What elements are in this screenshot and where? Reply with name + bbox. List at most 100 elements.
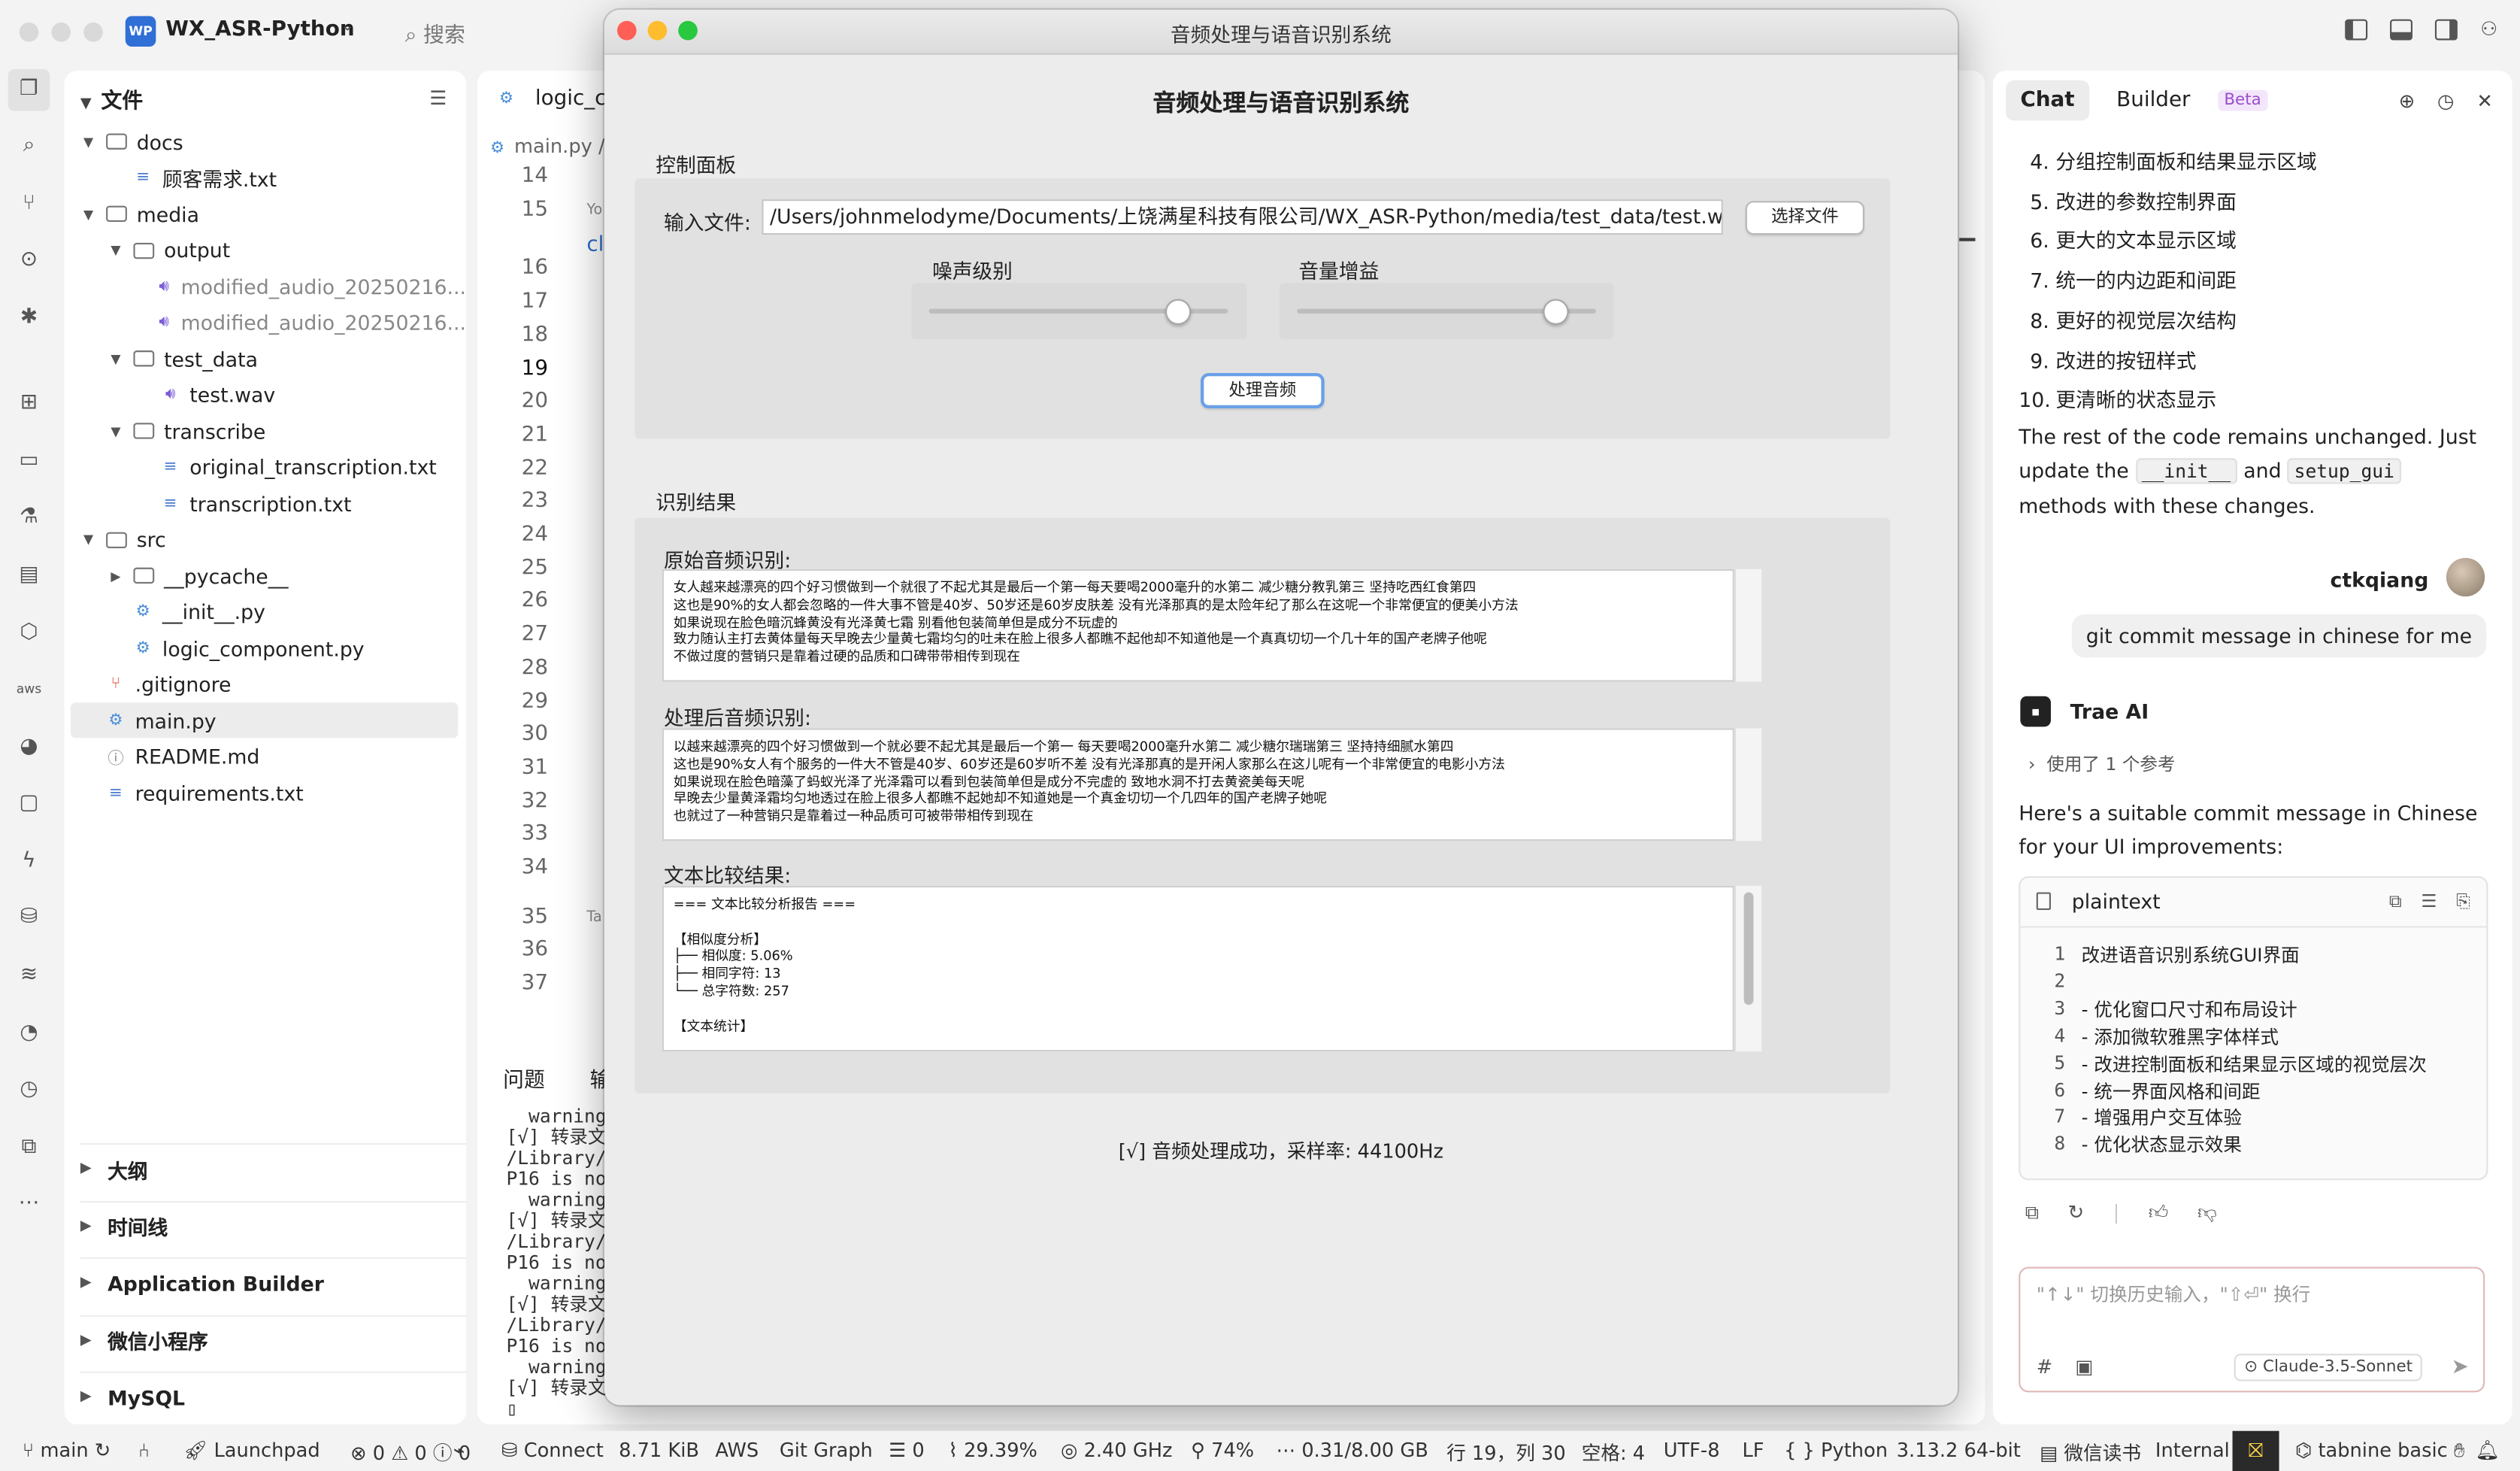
database-icon[interactable]: ⛁ bbox=[14, 903, 43, 932]
tree-item[interactable]: ≡ 顾客需求.txt bbox=[65, 160, 466, 196]
tree-item[interactable]: 🔊︎ test.wav bbox=[65, 377, 466, 412]
send-icon[interactable]: ➤ bbox=[2451, 1355, 2468, 1379]
tree-item[interactable]: ≡ transcription.txt bbox=[65, 486, 466, 521]
editor-tab[interactable]: ⚙ logic_co bbox=[497, 86, 619, 111]
thumbs-up-icon[interactable]: 👍︎ bbox=[2149, 1201, 2169, 1225]
account-icon[interactable]: ⚇ bbox=[2480, 19, 2497, 41]
comparison-result-text[interactable]: === 文本比较分析报告 === 【相似度分析】 ├── 相似度: 5.06% … bbox=[662, 885, 1734, 1052]
original-recognition-text[interactable]: 女人越来越漂亮的四个好习惯做到一个就很了不起尤其是最后一个第一每天要喝2000毫… bbox=[662, 569, 1734, 682]
chevron-down-icon[interactable]: ⌄ bbox=[341, 18, 354, 36]
code-fragment[interactable]: cl bbox=[586, 233, 604, 257]
comparison-scrollbar[interactable] bbox=[1734, 885, 1762, 1052]
filter-icon[interactable]: ☰ bbox=[429, 86, 447, 109]
section-2[interactable]: ▶ Application Builder bbox=[80, 1257, 466, 1307]
tree-item[interactable]: ⚙ __init__.py bbox=[65, 594, 466, 629]
mute-icon[interactable]: ⛝ bbox=[2232, 1430, 2279, 1471]
python-version[interactable]: 3.13.2 64-bit bbox=[1897, 1439, 2021, 1461]
model-selector[interactable]: ⊙ Claude-3.5-Sonnet bbox=[2234, 1354, 2422, 1382]
toggle-sidebar-icon[interactable] bbox=[2345, 19, 2368, 41]
original-scrollbar[interactable] bbox=[1734, 569, 1762, 682]
input-file-field[interactable]: /Users/johnmelodyme/Documents/上饶满星科技有限公司… bbox=[762, 199, 1723, 235]
folder-icon[interactable]: ▤ bbox=[14, 561, 43, 590]
layers-icon[interactable]: ≋ bbox=[14, 961, 43, 990]
copilot-icon[interactable]: ◕ bbox=[14, 733, 43, 762]
close-dot[interactable] bbox=[19, 22, 39, 42]
image-icon[interactable]: ▣ bbox=[2075, 1355, 2093, 1378]
source-control-icon[interactable]: ⑂ bbox=[14, 190, 43, 218]
blocks-icon[interactable]: ⧉ bbox=[14, 1133, 43, 1162]
cursor-position[interactable]: 行 19，列 30 bbox=[1446, 1439, 1566, 1466]
debug-icon[interactable]: ✱ bbox=[14, 304, 43, 332]
copy-icon[interactable]: ⧉ bbox=[2389, 890, 2402, 913]
tree-item[interactable]: ▼ output bbox=[65, 232, 466, 268]
encoding[interactable]: UTF-8 bbox=[1664, 1439, 1720, 1461]
tree-item[interactable]: ▼ media bbox=[65, 196, 466, 232]
copy-icon[interactable]: ⧉ bbox=[2025, 1201, 2039, 1225]
internal-item[interactable]: Internal bbox=[2155, 1439, 2230, 1461]
apply-icon[interactable]: ⎘ bbox=[2456, 890, 2470, 913]
wechat-read[interactable]: ▤ 微信读书 bbox=[2040, 1439, 2141, 1466]
minimize-dot[interactable] bbox=[51, 22, 71, 42]
new-chat-icon[interactable]: ⊕ bbox=[2399, 90, 2416, 113]
launchpad-item[interactable]: 🚀︎ Launchpad bbox=[183, 1439, 320, 1461]
tree-item[interactable]: ▶ __pycache__ bbox=[65, 558, 466, 593]
lightning-icon[interactable]: ϟ bbox=[14, 848, 43, 876]
tab-chat[interactable]: Chat bbox=[2006, 80, 2089, 121]
zoom-dot[interactable] bbox=[83, 22, 103, 42]
run-debug-icon[interactable]: ⊙ bbox=[14, 246, 43, 274]
tree-item[interactable]: 🔊︎ modified_audio_20250216... bbox=[65, 268, 466, 304]
section-0[interactable]: ▶ 大纲 bbox=[80, 1143, 466, 1193]
tab-problems[interactable]: 问题 bbox=[503, 1063, 545, 1093]
tree-item[interactable]: ≡ requirements.txt bbox=[65, 775, 466, 810]
reference-toggle[interactable]: › 使用了 1 个参考 bbox=[2028, 751, 2175, 776]
explorer-header[interactable]: ▼ 文件 bbox=[80, 83, 143, 114]
branch-indicator[interactable]: ⑂ main ↻ bbox=[23, 1439, 111, 1461]
aws-item[interactable]: AWS bbox=[715, 1439, 759, 1461]
section-4[interactable]: ▶ MySQL bbox=[80, 1371, 466, 1421]
indentation[interactable]: 空格: 4 bbox=[1582, 1439, 1645, 1466]
search-view-icon[interactable]: ⌕ bbox=[14, 132, 43, 160]
gain-slider-handle[interactable] bbox=[1543, 299, 1569, 325]
hash-icon[interactable]: # bbox=[2037, 1355, 2053, 1378]
tree-item[interactable]: ⑂ .gitignore bbox=[65, 666, 466, 702]
tree-item[interactable]: ▼ src bbox=[65, 522, 466, 557]
git-graph-item[interactable]: Git Graph bbox=[780, 1439, 873, 1461]
gauge-icon[interactable]: ◔ bbox=[14, 1019, 43, 1048]
toggle-panel-icon[interactable] bbox=[2390, 19, 2413, 41]
plug-icon[interactable]: ⌁ bbox=[453, 1439, 465, 1461]
chat-input[interactable]: "↑↓" 切换历史输入，"⇧⏎" 换行 # ▣ ⊙ Claude-3.5-Son… bbox=[2019, 1266, 2485, 1393]
tree-item[interactable]: ⓘ README.md bbox=[65, 739, 466, 774]
project-name[interactable]: WX_ASR-Python bbox=[165, 18, 354, 42]
processed-recognition-text[interactable]: 以越来越漂亮的四个好习惯做到一个就必要不起尤其是最后一个第一 每天要喝2000毫… bbox=[662, 728, 1734, 842]
connect-item[interactable]: ⛁ Connect bbox=[501, 1439, 604, 1461]
history-icon[interactable]: ◷ bbox=[2437, 90, 2454, 113]
tree-item[interactable]: 🔊︎ modified_audio_20250216... bbox=[65, 305, 466, 340]
processed-scrollbar[interactable] bbox=[1734, 728, 1762, 842]
section-1[interactable]: ▶ 时间线 bbox=[80, 1200, 466, 1250]
toggle-secondary-sidebar-icon[interactable] bbox=[2435, 19, 2458, 41]
testing-icon[interactable]: ⚗ bbox=[14, 503, 43, 532]
extensions-icon[interactable]: ⊞ bbox=[14, 389, 43, 417]
language-mode[interactable]: { } Python bbox=[1784, 1439, 1888, 1461]
thumbs-down-icon[interactable]: 👎︎ bbox=[2197, 1201, 2217, 1225]
git-icon[interactable]: ⑃ bbox=[138, 1439, 150, 1461]
tree-item[interactable]: ⚙ logic_component.py bbox=[65, 630, 466, 666]
tree-item[interactable]: ≡ original_transcription.txt bbox=[65, 450, 466, 485]
refresh-icon[interactable]: ↻ bbox=[2068, 1201, 2085, 1225]
search-box[interactable]: ⌕ 搜索 bbox=[405, 18, 465, 49]
tabnine-item[interactable]: ⌬ tabnine basic ✋︎ bbox=[2295, 1439, 2465, 1463]
section-3[interactable]: ▶ 微信小程序 bbox=[80, 1314, 466, 1364]
tree-item[interactable]: ⚙ main.py bbox=[71, 702, 459, 739]
aws-icon[interactable]: aws bbox=[14, 675, 43, 704]
timer-icon[interactable]: ◷ bbox=[14, 1075, 43, 1104]
comparison-scroll-thumb[interactable] bbox=[1743, 892, 1754, 1005]
tree-item[interactable]: ▼ test_data bbox=[65, 341, 466, 376]
explorer-icon[interactable]: ❐ bbox=[8, 68, 50, 111]
process-audio-button[interactable]: 处理音频 bbox=[1201, 372, 1325, 409]
insert-icon[interactable]: ☰ bbox=[2421, 890, 2437, 913]
breadcrumb[interactable]: ⚙ main.py / bbox=[490, 135, 605, 158]
notification-icon[interactable]: 🔔︎ bbox=[2475, 1439, 2500, 1461]
tree-item[interactable]: ▼ transcribe bbox=[65, 413, 466, 448]
terminal-output[interactable]: warnings [√] 转录文/Library/P16 is not warni… bbox=[506, 1106, 617, 1420]
line-ending[interactable]: LF bbox=[1742, 1439, 1764, 1461]
